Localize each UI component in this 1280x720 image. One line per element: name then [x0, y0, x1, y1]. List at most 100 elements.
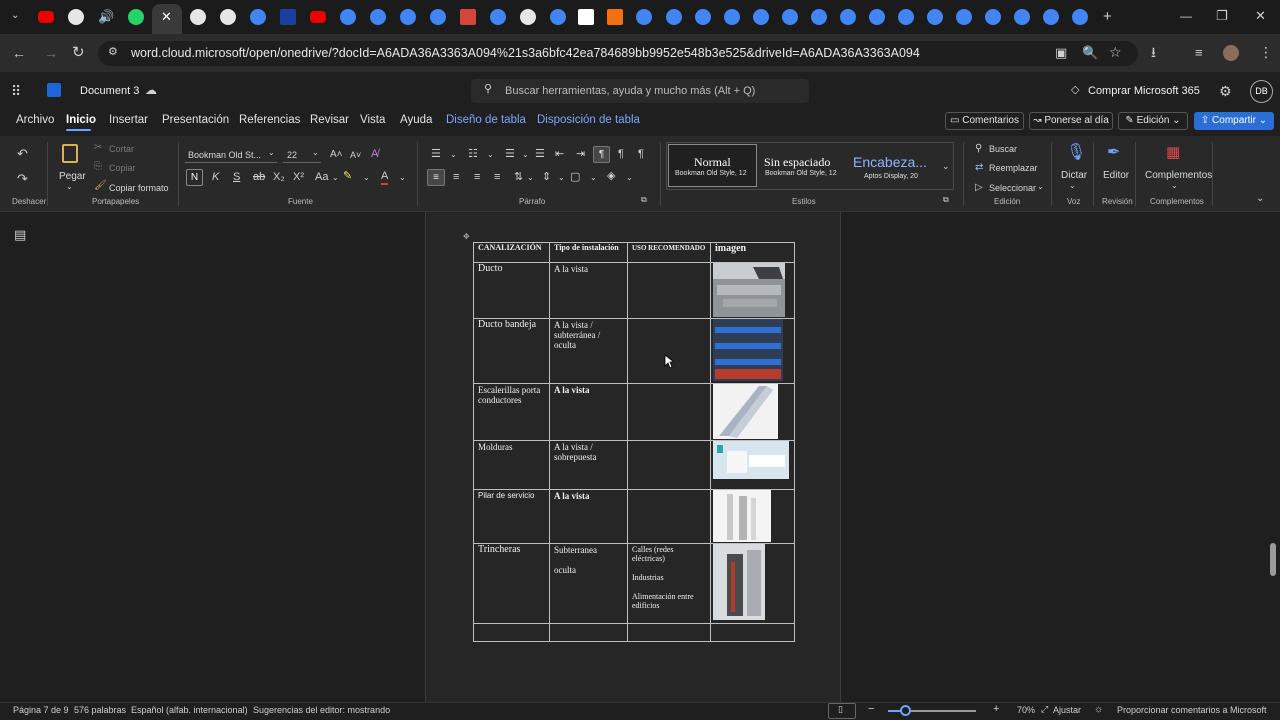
- cut-button[interactable]: Cortar: [109, 144, 134, 154]
- google-tab-icon[interactable]: [400, 9, 416, 25]
- google-tab-icon[interactable]: [782, 9, 798, 25]
- chatgpt-tab-icon[interactable]: [190, 9, 206, 25]
- show-marks-icon[interactable]: ¶: [638, 149, 644, 160]
- microphone-icon[interactable]: 🎙: [1066, 145, 1086, 161]
- fit-icon[interactable]: ⤢: [1041, 705, 1048, 714]
- distributed-icon[interactable]: ⇅: [514, 172, 523, 183]
- table-cell[interactable]: [710, 623, 795, 642]
- google-tab-icon[interactable]: [370, 9, 386, 25]
- table-cell[interactable]: [549, 623, 628, 642]
- shrink-font-icon[interactable]: A˅: [350, 151, 361, 160]
- table-cell[interactable]: A la vista / sobrepuesta: [549, 440, 628, 490]
- google-tab-icon[interactable]: [1072, 9, 1088, 25]
- style-heading-name[interactable]: Encabeza...: [853, 154, 927, 170]
- tab-vista[interactable]: Vista: [360, 114, 385, 126]
- tab-revisar[interactable]: Revisar: [310, 114, 349, 126]
- editor-button[interactable]: Editor: [1103, 170, 1129, 181]
- table-cell[interactable]: Ducto bandeja: [473, 318, 550, 384]
- rtl-icon[interactable]: ¶: [618, 149, 624, 160]
- line-spacing-chevron-icon[interactable]: ⌄: [558, 174, 565, 182]
- line-spacing-icon[interactable]: ⇕: [542, 172, 551, 183]
- duct-photo[interactable]: [713, 263, 785, 317]
- highlight-chevron-icon[interactable]: ⌄: [363, 174, 370, 182]
- google-tab-icon[interactable]: [666, 9, 682, 25]
- font-name-chevron-icon[interactable]: ⌄: [268, 149, 275, 157]
- change-case-chevron-icon[interactable]: ⌄: [332, 174, 339, 182]
- ltr-button[interactable]: ¶: [593, 146, 610, 163]
- site-tab-icon[interactable]: [280, 9, 296, 25]
- google-tab-icon[interactable]: [1014, 9, 1030, 25]
- copy-button[interactable]: Copiar: [109, 163, 136, 173]
- table-cell[interactable]: [627, 318, 711, 384]
- align-right-icon[interactable]: ≡: [474, 172, 480, 183]
- table-cell[interactable]: [710, 318, 795, 384]
- superscript-icon[interactable]: X²: [293, 172, 304, 183]
- cable-ladder-photo[interactable]: [713, 384, 778, 439]
- share-button[interactable]: ⇪ Compartir ⌄: [1194, 112, 1274, 130]
- forward-icon[interactable]: →: [44, 46, 58, 60]
- checklist-icon[interactable]: ☰: [535, 149, 545, 160]
- google-tab-icon[interactable]: [811, 9, 827, 25]
- user-avatar[interactable]: DB: [1250, 80, 1273, 103]
- table-cell[interactable]: [710, 543, 795, 624]
- table-cell[interactable]: A la vista: [549, 262, 628, 319]
- whatsapp-tab-icon[interactable]: [128, 9, 144, 25]
- chatgpt-tab-icon[interactable]: [520, 9, 536, 25]
- vertical-scrollbar[interactable]: [1270, 543, 1276, 576]
- language-status[interactable]: Español (alfab. internacional): [131, 705, 248, 715]
- decrease-indent-icon[interactable]: ⇤: [555, 149, 564, 160]
- tab-archivo[interactable]: Archivo: [16, 114, 54, 126]
- tab-table-layout[interactable]: Disposición de tabla: [537, 114, 640, 126]
- dictate-button[interactable]: Dictar: [1061, 170, 1087, 181]
- clear-formatting-icon[interactable]: A̸: [371, 149, 378, 160]
- table-cell[interactable]: Subterranea oculta: [549, 543, 628, 624]
- shading-icon[interactable]: ◈: [607, 171, 615, 182]
- styles-more-icon[interactable]: ⌄: [942, 162, 950, 171]
- paste-button[interactable]: Pegar: [59, 171, 86, 182]
- table-cell[interactable]: Molduras: [473, 440, 550, 490]
- table-cell[interactable]: A la vista: [549, 383, 628, 441]
- select-icon[interactable]: ▷: [975, 183, 983, 193]
- tab-insertar[interactable]: Insertar: [109, 114, 148, 126]
- navigation-pane-icon[interactable]: ▤: [14, 228, 26, 241]
- table-cell[interactable]: [627, 383, 711, 441]
- addins-button[interactable]: Complementos: [1145, 170, 1212, 181]
- table-cell[interactable]: [627, 623, 711, 642]
- google-tab-icon[interactable]: [898, 9, 914, 25]
- google-tab-icon[interactable]: [340, 9, 356, 25]
- tab-ayuda[interactable]: Ayuda: [400, 114, 432, 126]
- site-tab-icon[interactable]: [578, 9, 594, 25]
- header-cell[interactable]: USO RECOMENDADO: [627, 242, 711, 263]
- format-painter-button[interactable]: Copiar formato: [109, 183, 169, 193]
- close-tab-icon[interactable]: ✕: [161, 10, 172, 23]
- saved-status-icon[interactable]: ☁: [145, 84, 157, 96]
- table-cell[interactable]: Trincheras: [473, 543, 550, 624]
- borders-chevron-icon[interactable]: ⌄: [590, 174, 597, 182]
- youtube-tab-icon[interactable]: [310, 11, 326, 23]
- table-cell[interactable]: [710, 383, 795, 441]
- tab-referencias[interactable]: Referencias: [239, 114, 300, 126]
- install-app-icon[interactable]: ▣: [1055, 46, 1067, 59]
- reload-icon[interactable]: ↻: [72, 45, 85, 60]
- strikethrough-icon[interactable]: ab: [253, 172, 265, 183]
- table-cell[interactable]: Pilar de servicio: [473, 489, 550, 544]
- highlighter-icon[interactable]: ✎: [343, 171, 352, 182]
- google-tab-icon[interactable]: [1043, 9, 1059, 25]
- back-icon[interactable]: ←: [12, 46, 26, 60]
- zoom-out-button[interactable]: −: [868, 703, 874, 715]
- word-count[interactable]: 576 palabras: [74, 705, 126, 715]
- zoom-icon[interactable]: 🔍: [1082, 46, 1098, 59]
- google-tab-icon[interactable]: [250, 9, 266, 25]
- google-tab-icon[interactable]: [550, 9, 566, 25]
- table-cell[interactable]: [710, 489, 795, 544]
- format-painter-icon[interactable]: 🖌: [94, 181, 107, 191]
- audio-tab-icon[interactable]: 🔊: [98, 10, 114, 23]
- table-cell[interactable]: A la vista / subterránea / oculta: [549, 318, 628, 384]
- site-info-icon[interactable]: ⚙: [108, 47, 118, 58]
- bullets-icon[interactable]: ☰: [431, 149, 441, 160]
- change-case-icon[interactable]: Aa: [315, 172, 328, 183]
- numbering-icon[interactable]: ☷: [468, 149, 478, 160]
- select-chevron-icon[interactable]: ⌄: [1037, 183, 1044, 191]
- maximize-icon[interactable]: ❐: [1216, 9, 1228, 22]
- tab-inicio[interactable]: Inicio: [66, 114, 96, 126]
